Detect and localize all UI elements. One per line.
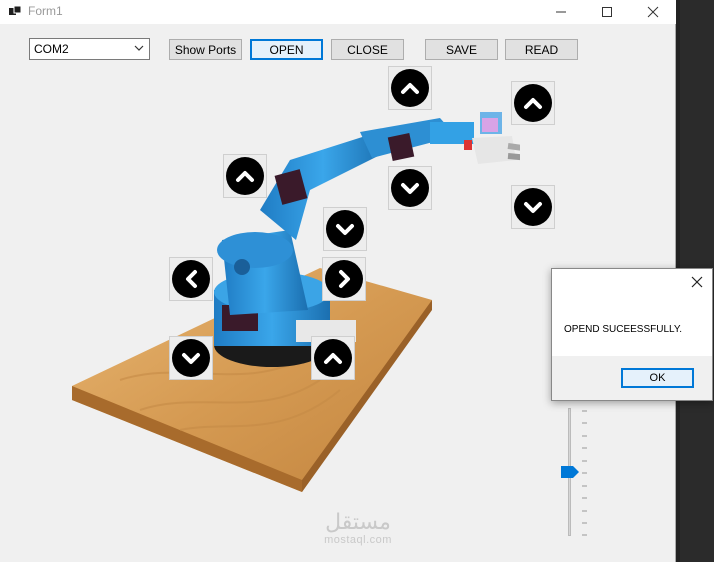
close-button[interactable] (630, 0, 676, 24)
base-left-button[interactable] (169, 257, 213, 301)
robot-arm-image (72, 112, 520, 492)
gripper-down-button[interactable] (511, 185, 555, 229)
window-title: Form1 (28, 4, 63, 18)
show-ports-button[interactable]: Show Ports (169, 39, 242, 60)
shoulder-down-button[interactable] (323, 207, 367, 251)
chevron-right-icon (339, 270, 350, 288)
maximize-button[interactable] (584, 0, 630, 24)
base-up-button[interactable] (311, 336, 355, 380)
speed-slider-thumb[interactable] (561, 466, 579, 478)
port-select[interactable]: COM2 (29, 38, 150, 60)
close-icon[interactable] (690, 275, 704, 289)
minimize-button[interactable] (538, 0, 584, 24)
chevron-down-icon (401, 183, 419, 194)
elbow-up-button[interactable] (388, 66, 432, 110)
dialog-message: OPEND SUCEESSFULLY. (564, 324, 683, 335)
close-port-button[interactable]: CLOSE (331, 39, 404, 60)
base-right-button[interactable] (322, 257, 366, 301)
chevron-up-icon (324, 353, 342, 364)
chevron-up-icon (401, 83, 419, 94)
chevron-up-icon (236, 171, 254, 182)
save-button[interactable]: SAVE (425, 39, 498, 60)
ok-button[interactable]: OK (621, 368, 694, 388)
chevron-left-icon (186, 270, 197, 288)
port-select-value: COM2 (34, 42, 69, 56)
watermark-arabic: مستقل (325, 510, 391, 535)
chevron-up-icon (524, 98, 542, 109)
base-down-button[interactable] (169, 336, 213, 380)
shoulder-up-button[interactable] (223, 154, 267, 198)
elbow-down-button[interactable] (388, 166, 432, 210)
minimize-icon (556, 11, 566, 13)
close-icon (647, 6, 659, 18)
chevron-down-icon (524, 202, 542, 213)
watermark-latin: mostaql.com (324, 534, 392, 546)
chevron-down-icon (336, 224, 354, 235)
open-button[interactable]: OPEN (250, 39, 323, 60)
title-bar: Form1 (0, 0, 676, 24)
read-button[interactable]: READ (505, 39, 578, 60)
app-icon (9, 5, 22, 15)
chevron-down-icon (182, 353, 200, 364)
dialog-footer: OK (552, 356, 712, 400)
gripper-up-button[interactable] (511, 81, 555, 125)
maximize-icon (602, 7, 612, 17)
chevron-down-icon (134, 45, 144, 51)
watermark: مستقل mostaql.com (313, 512, 403, 552)
message-dialog: OPEND SUCEESSFULLY. OK (551, 268, 713, 401)
slider-ticks (582, 410, 587, 536)
